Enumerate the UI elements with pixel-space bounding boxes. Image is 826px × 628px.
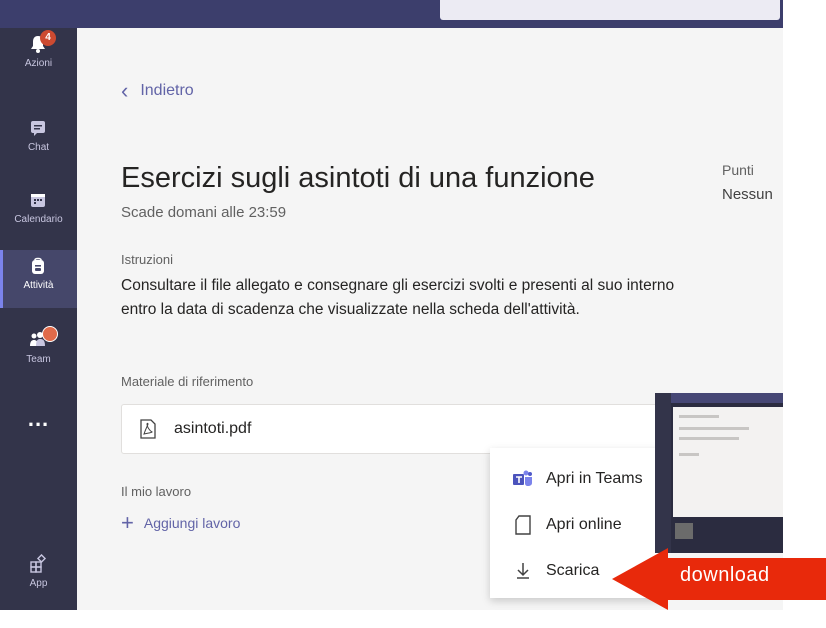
open-online-icon <box>515 515 531 535</box>
backpack-icon <box>32 257 44 274</box>
annotation-label: download <box>680 564 770 586</box>
notification-badge: 4 <box>40 30 56 46</box>
rail-item-more[interactable]: ... <box>0 400 77 458</box>
menu-item-label: Apri in Teams <box>546 470 643 487</box>
instructions-label: Istruzioni <box>121 252 174 267</box>
add-work-label: Aggiungi lavoro <box>143 515 241 531</box>
teams-window: 4 Azioni Chat Calendario Attività Team .… <box>0 0 783 610</box>
rail-item-chat[interactable]: Chat <box>0 112 77 170</box>
chevron-left-icon: ‹ <box>121 78 129 103</box>
menu-item-label: Scarica <box>546 562 600 579</box>
rail-item-app[interactable]: App <box>0 548 77 606</box>
pdf-file-icon <box>140 419 156 439</box>
more-icon: ... <box>27 406 50 431</box>
attachment-card[interactable]: asintoti.pdf •• <box>121 404 699 454</box>
rail-item-azioni[interactable]: 4 Azioni <box>0 28 77 86</box>
rail-item-label: Team <box>26 354 51 365</box>
page-title: Esercizi sugli asintoti di una funzione <box>121 162 595 194</box>
calendar-icon <box>31 194 45 207</box>
reference-material-label: Materiale di riferimento <box>121 374 254 389</box>
due-date: Scade domani alle 23:59 <box>121 204 287 221</box>
my-work-label: Il mio lavoro <box>121 484 192 499</box>
rail-item-attivita[interactable]: Attività <box>0 250 77 308</box>
rail-item-label: Attività <box>23 280 54 291</box>
menu-item-label: Apri online <box>546 516 622 533</box>
menu-item-open-online[interactable]: Apri online <box>490 502 660 548</box>
back-link[interactable]: ‹ Indietro <box>121 78 194 103</box>
teams-icon <box>513 470 532 486</box>
menu-item-open-in-teams[interactable]: Apri in Teams <box>490 456 660 502</box>
rail-item-label: Calendario <box>14 214 63 225</box>
rail-item-label: Azioni <box>24 58 53 69</box>
add-work-button[interactable]: + Aggiungi lavoro <box>121 510 240 536</box>
attachment-name: asintoti.pdf <box>174 420 252 437</box>
rail-item-calendario[interactable]: Calendario <box>0 184 77 242</box>
rail-item-label: Chat <box>27 142 50 153</box>
top-bar <box>0 0 783 28</box>
search-box[interactable] <box>440 0 780 20</box>
instructions-text: Consultare il file allegato e consegnare… <box>121 277 675 318</box>
rail-item-label: App <box>29 578 48 589</box>
chat-icon <box>31 121 45 136</box>
back-label: Indietro <box>140 82 194 99</box>
screenshot-thumbnail <box>655 393 783 553</box>
apps-icon <box>30 554 47 573</box>
points-value: Nessun <box>722 186 773 203</box>
points-label: Punti <box>722 162 754 178</box>
team-activity-badge <box>42 326 58 342</box>
download-icon <box>517 563 529 579</box>
app-rail: 4 Azioni Chat Calendario Attività Team .… <box>0 28 77 610</box>
plus-icon: + <box>121 510 134 535</box>
rail-item-team[interactable]: Team <box>0 324 77 382</box>
